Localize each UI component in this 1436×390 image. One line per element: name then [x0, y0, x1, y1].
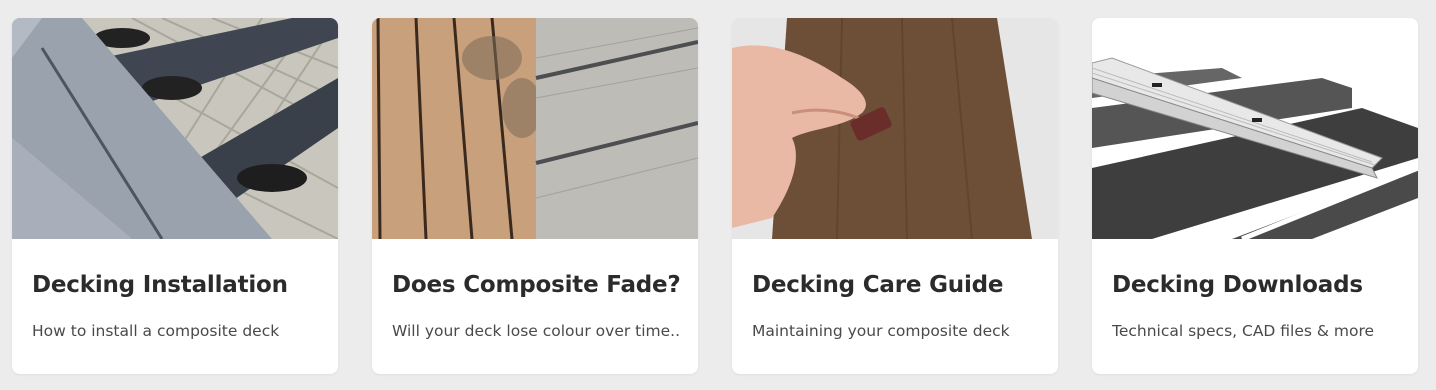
- card-subtitle: Maintaining your composite deck: [752, 322, 1010, 340]
- deck-downloads-image[interactable]: [1092, 18, 1418, 239]
- composite-fade-comparison-photo-icon: [372, 18, 698, 239]
- card-title[interactable]: Decking Downloads: [1112, 272, 1408, 298]
- deck-care-image[interactable]: [732, 18, 1058, 239]
- card-subtitle: Technical specs, CAD files & more: [1112, 322, 1375, 340]
- card-title[interactable]: Does Composite Fade?: [392, 272, 688, 298]
- card-title[interactable]: Decking Care Guide: [752, 272, 1048, 298]
- card-subtitle: How to install a composite deck: [32, 322, 280, 340]
- card-decking-care[interactable]: Decking Care Guide Maintaining your comp…: [732, 18, 1058, 374]
- card-row: Decking Installation How to install a co…: [0, 0, 1436, 390]
- card-subtitle: Will your deck lose colour over time..: [392, 322, 681, 340]
- card-title[interactable]: Decking Installation: [32, 272, 328, 298]
- card-decking-installation[interactable]: Decking Installation How to install a co…: [12, 18, 338, 374]
- deck-installation-photo-icon: [12, 18, 338, 239]
- card-composite-fade[interactable]: Does Composite Fade? Will your deck lose…: [372, 18, 698, 374]
- deck-cad-render-icon: [1092, 18, 1418, 239]
- card-decking-downloads[interactable]: Decking Downloads Technical specs, CAD f…: [1092, 18, 1418, 374]
- deck-cleaning-photo-icon: [732, 18, 1058, 239]
- deck-installation-image[interactable]: [12, 18, 338, 239]
- composite-fade-image[interactable]: [372, 18, 698, 239]
